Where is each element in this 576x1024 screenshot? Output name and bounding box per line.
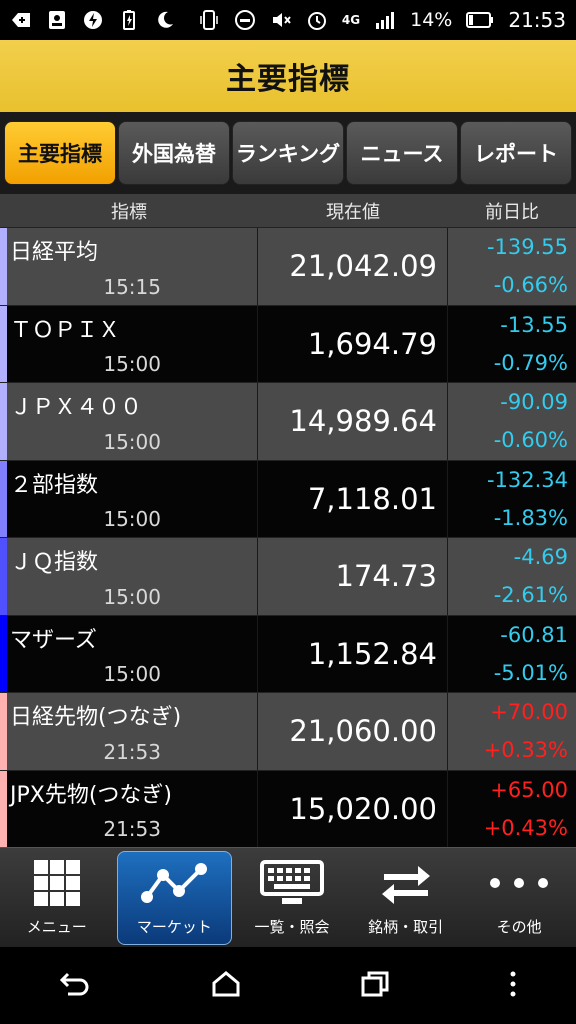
index-time: 15:00 bbox=[103, 584, 161, 609]
table-row[interactable]: ＴＯＰＩＸ 15:00 1,694.79 -13.55 -0.79% bbox=[0, 305, 576, 383]
nav-menu[interactable]: メニュー bbox=[0, 848, 114, 947]
mute-icon bbox=[270, 9, 292, 31]
index-name: マザーズ bbox=[10, 627, 97, 653]
index-price: 174.73 bbox=[258, 538, 448, 615]
nav-list[interactable]: 一覧・照会 bbox=[235, 848, 349, 947]
tab-ranking[interactable]: ランキング bbox=[232, 121, 344, 185]
flash-icon bbox=[82, 9, 104, 31]
swap-arrows-icon bbox=[378, 858, 434, 908]
index-price: 14,989.64 bbox=[258, 383, 448, 460]
tab-report[interactable]: レポート bbox=[460, 121, 572, 185]
index-time: 15:00 bbox=[103, 507, 161, 531]
signal-icon bbox=[374, 9, 396, 31]
moon-icon bbox=[154, 9, 176, 31]
table-row[interactable]: マザーズ 15:00 1,152.84 -60.81 -5.01% bbox=[0, 615, 576, 693]
index-time: 15:15 bbox=[103, 274, 161, 299]
index-time: 21:53 bbox=[103, 817, 161, 841]
nav-label: 一覧・照会 bbox=[254, 918, 330, 936]
system-nav-bar bbox=[0, 947, 576, 1024]
index-price: 1,152.84 bbox=[258, 615, 448, 692]
index-name: 日経先物(つなぎ) bbox=[10, 705, 182, 730]
column-header-change: 前日比 bbox=[485, 201, 539, 223]
index-name: ＪＱ指数 bbox=[10, 550, 99, 575]
nav-other[interactable]: その他 bbox=[462, 848, 576, 947]
phone-vibrate-icon bbox=[198, 9, 220, 31]
index-change-pct: -0.60% bbox=[493, 428, 568, 453]
index-change: -13.55 bbox=[500, 312, 568, 337]
table-row[interactable]: 日経平均 15:15 21,042.09 -139.55 -0.66% bbox=[0, 228, 576, 306]
index-name: ２部指数 bbox=[10, 472, 99, 498]
index-change-pct: +0.33% bbox=[483, 738, 568, 763]
index-change-pct: +0.43% bbox=[483, 815, 568, 840]
nav-trade[interactable]: 銘柄・取引 bbox=[349, 848, 463, 947]
index-price: 1,694.79 bbox=[258, 305, 448, 382]
battery-percent: 14% bbox=[410, 9, 453, 31]
index-change-pct: -2.61% bbox=[493, 583, 568, 608]
index-price: 15,020.00 bbox=[258, 770, 448, 847]
do-not-disturb-icon bbox=[234, 9, 256, 31]
index-price: 7,118.01 bbox=[258, 460, 448, 537]
index-change: -60.81 bbox=[500, 622, 568, 647]
table-row[interactable]: ２部指数 15:00 7,118.01 -132.34 -1.83% bbox=[0, 460, 576, 538]
nav-market[interactable]: マーケット bbox=[116, 850, 233, 945]
index-time: 21:53 bbox=[103, 739, 161, 764]
column-header-price: 現在値 bbox=[326, 201, 380, 223]
back-icon[interactable] bbox=[59, 970, 92, 1002]
index-change-pct: -5.01% bbox=[493, 660, 568, 685]
add-notification-icon bbox=[10, 9, 32, 31]
title-bar: 主要指標 bbox=[0, 40, 576, 112]
tab-news[interactable]: ニュース bbox=[346, 121, 458, 185]
chart-line-icon bbox=[139, 858, 209, 908]
status-bar-left bbox=[10, 9, 176, 31]
tab-bar: 主要指標 外国為替 ランキング ニュース レポート bbox=[0, 112, 576, 194]
table-row[interactable]: ＪＰＸ４００ 15:00 14,989.64 -90.09 -0.60% bbox=[0, 383, 576, 461]
alarm-icon bbox=[306, 9, 328, 31]
table-header: 指標 現在値 前日比 bbox=[0, 194, 576, 228]
index-price: 21,060.00 bbox=[258, 693, 448, 770]
nav-label: 銘柄・取引 bbox=[368, 918, 444, 936]
index-time: 15:00 bbox=[103, 662, 161, 686]
index-change-pct: -0.66% bbox=[493, 273, 568, 298]
clock: 21:53 bbox=[508, 8, 566, 32]
column-header-name: 指標 bbox=[111, 201, 147, 223]
battery-icon bbox=[466, 9, 494, 31]
tab-forex[interactable]: 外国為替 bbox=[118, 121, 230, 185]
bottom-nav: メニュー マーケット 一覧・照会 銘柄・取引 その他 bbox=[0, 847, 576, 947]
recent-apps-icon[interactable] bbox=[360, 970, 390, 1002]
index-time: 15:00 bbox=[103, 352, 161, 376]
index-change: -4.69 bbox=[513, 545, 568, 570]
status-bar: 4G 14% 21:53 bbox=[0, 0, 576, 40]
overflow-menu-icon[interactable] bbox=[509, 970, 517, 1002]
nav-label: メニュー bbox=[26, 918, 87, 936]
index-change: -139.55 bbox=[486, 235, 568, 260]
index-table: 日経平均 15:15 21,042.09 -139.55 -0.66% ＴＯＰＩＸ 1… bbox=[0, 228, 576, 848]
index-name: ＪＰＸ４００ bbox=[10, 395, 143, 420]
status-bar-right: 4G 14% 21:53 bbox=[198, 8, 566, 32]
index-change-pct: -1.83% bbox=[493, 505, 568, 530]
keyboard-icon bbox=[259, 858, 324, 908]
grid-icon bbox=[32, 858, 82, 908]
page-title: 主要指標 bbox=[226, 62, 350, 97]
tab-major-indices[interactable]: 主要指標 bbox=[4, 121, 116, 185]
index-name: 日経平均 bbox=[10, 240, 99, 265]
battery-charging-icon bbox=[118, 9, 140, 31]
index-price: 21,042.09 bbox=[258, 228, 448, 305]
table-row[interactable]: ＪＱ指数 15:00 174.73 -4.69 -2.61% bbox=[0, 538, 576, 616]
more-dots-icon bbox=[487, 858, 551, 908]
table-row[interactable]: JPX先物(つなぎ) 21:53 15,020.00 +65.00 +0.43% bbox=[0, 770, 576, 848]
network-type: 4G bbox=[341, 13, 361, 27]
index-change: +65.00 bbox=[490, 777, 568, 802]
index-time: 15:00 bbox=[103, 429, 161, 454]
nav-label: マーケット bbox=[136, 918, 212, 936]
contact-card-icon bbox=[46, 9, 68, 31]
index-change-pct: -0.79% bbox=[493, 350, 568, 375]
index-name: JPX先物(つなぎ) bbox=[10, 782, 172, 808]
index-name: ＴＯＰＩＸ bbox=[10, 317, 121, 343]
nav-label: その他 bbox=[496, 918, 542, 936]
index-change: +70.00 bbox=[490, 700, 568, 725]
home-icon[interactable] bbox=[211, 970, 241, 1002]
index-change: -90.09 bbox=[500, 390, 568, 415]
index-change: -132.34 bbox=[486, 467, 568, 492]
table-row[interactable]: 日経先物(つなぎ) 21:53 21,060.00 +70.00 +0.33% bbox=[0, 693, 576, 771]
